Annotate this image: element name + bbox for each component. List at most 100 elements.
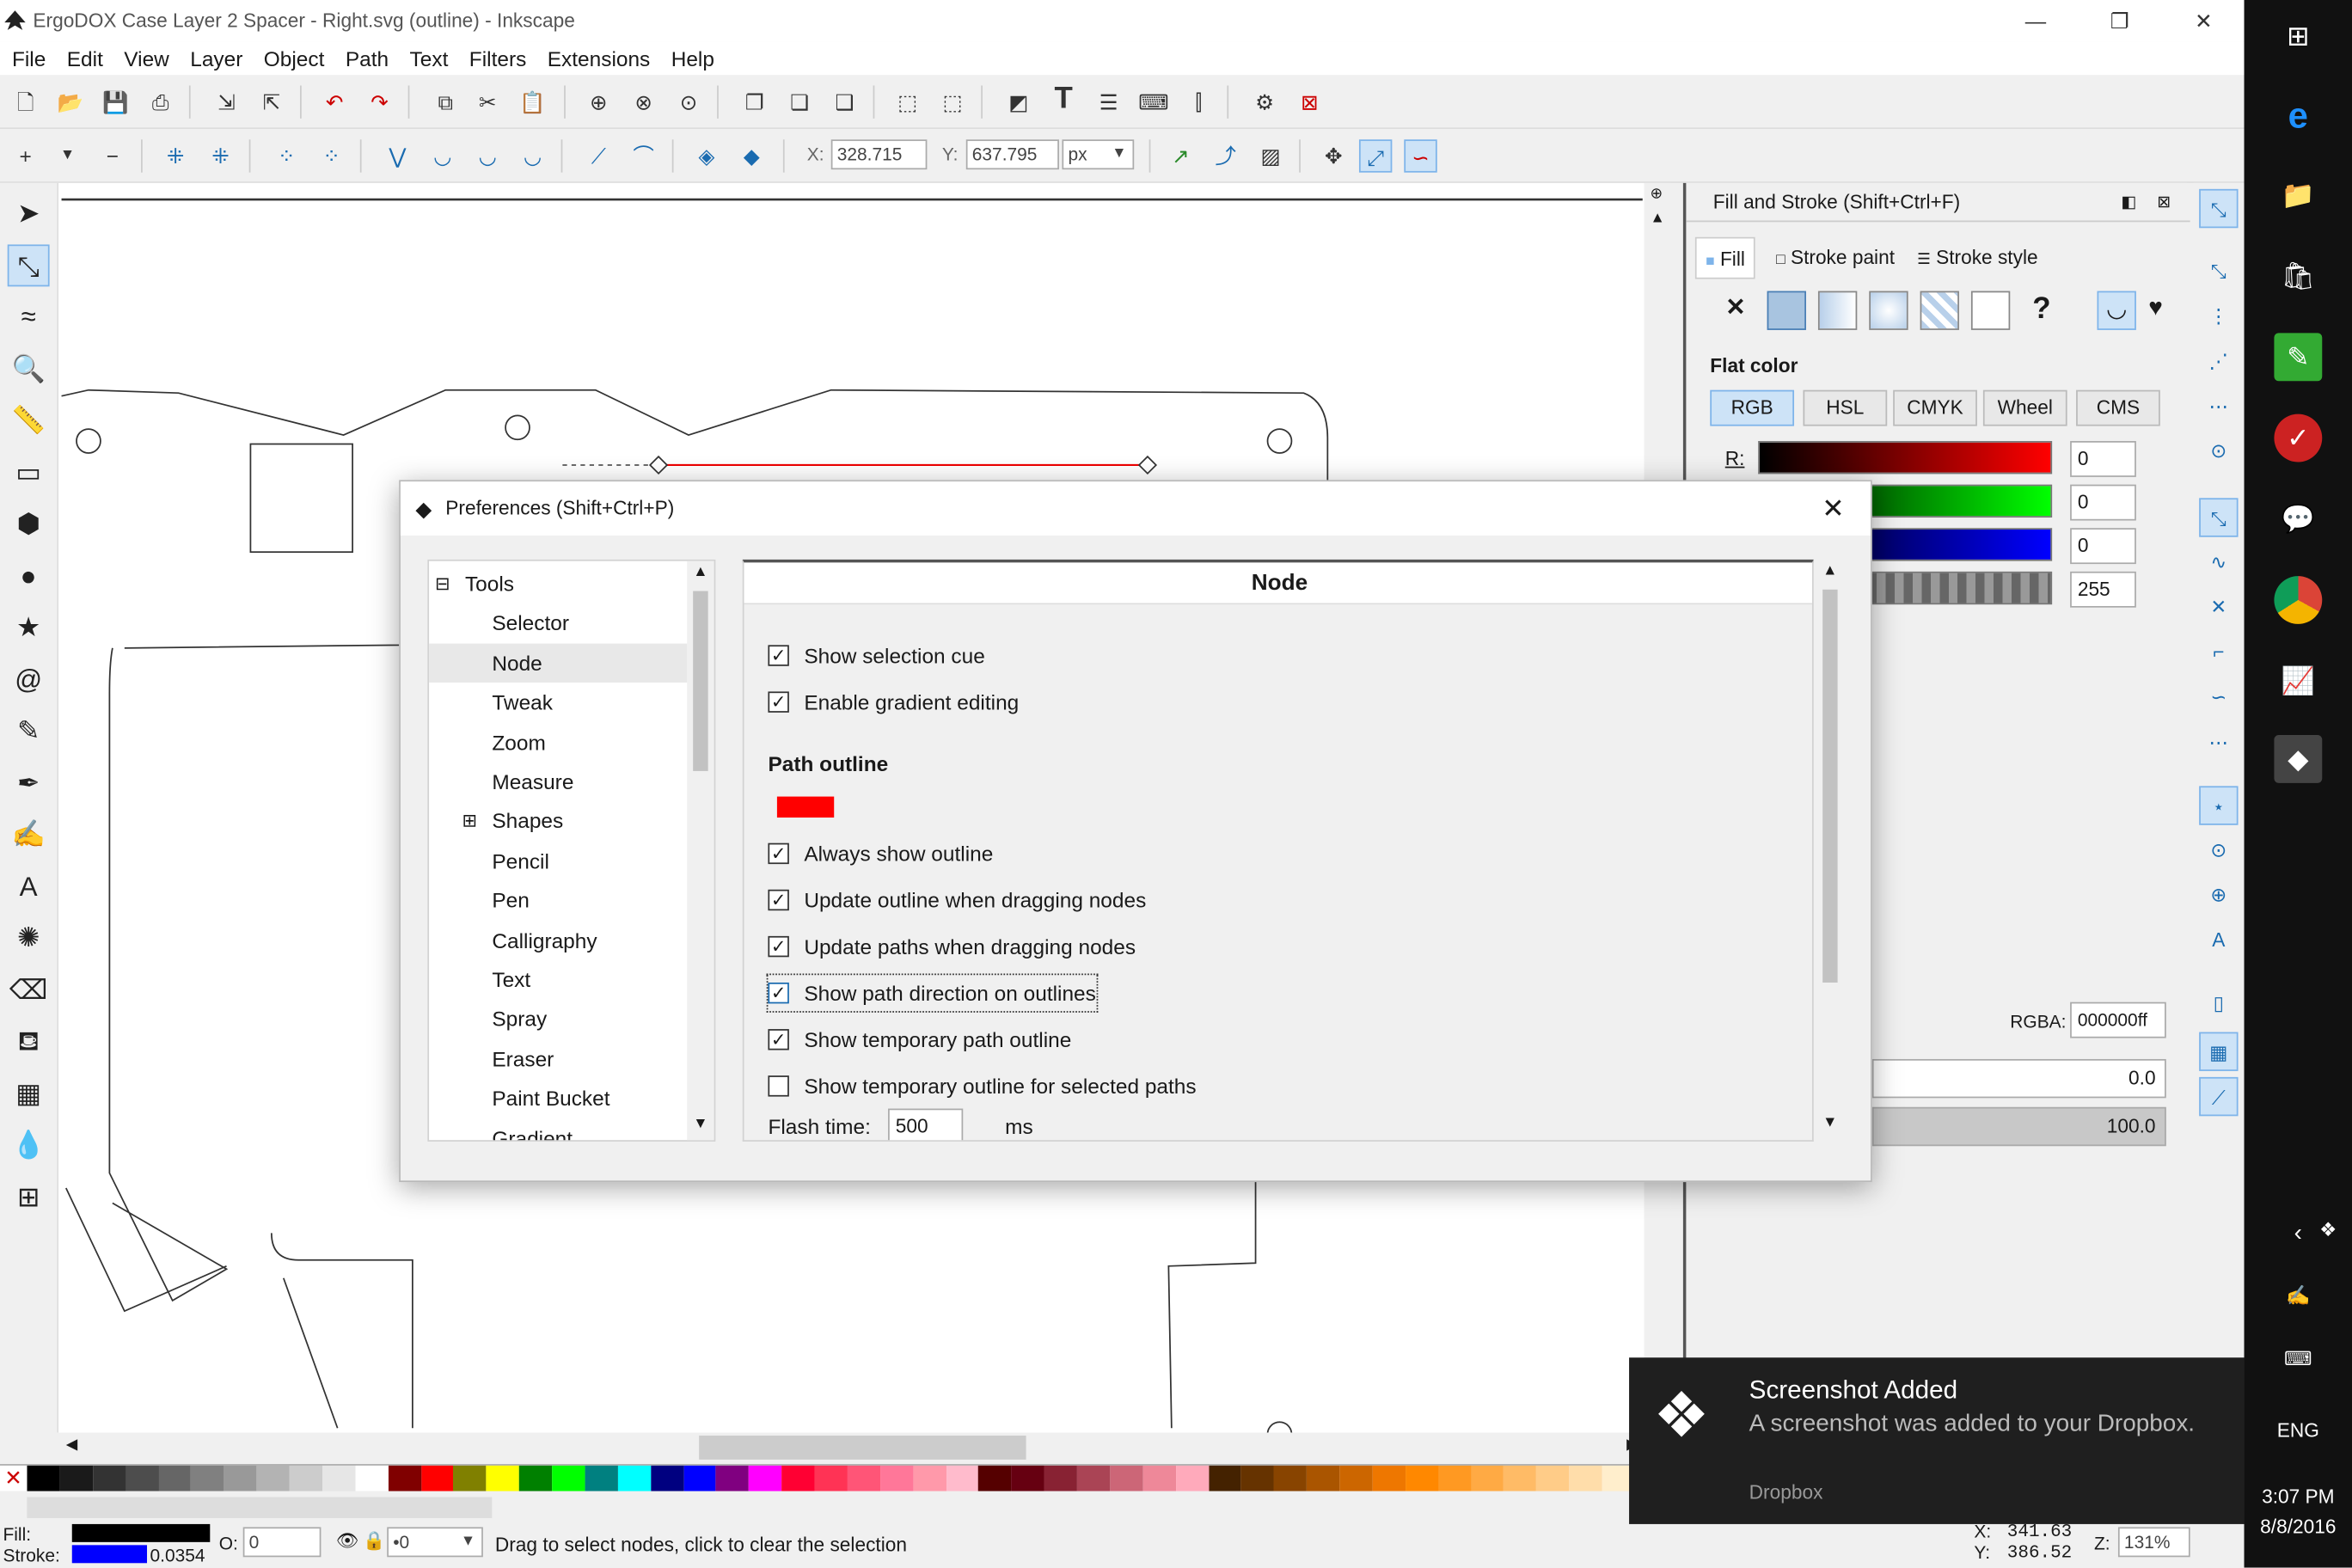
checkbox-always-show-outline[interactable]: Always show outline <box>768 836 993 872</box>
palette-swatch[interactable] <box>683 1465 717 1493</box>
snap-toggle-icon[interactable]: ⤡ <box>2199 188 2239 229</box>
alpha-value[interactable]: 255 <box>2070 571 2136 608</box>
chevron-down-icon[interactable]: ▼ <box>693 1116 707 1132</box>
palette-swatch[interactable] <box>453 1465 487 1493</box>
file-explorer-icon[interactable]: 📁 <box>2274 171 2322 219</box>
opacity-slider[interactable]: 100.0 <box>1871 1106 2166 1147</box>
palette-swatch[interactable] <box>1405 1465 1438 1493</box>
segment-curve-icon[interactable]: ⌒ <box>627 139 659 172</box>
palette-swatch[interactable] <box>1339 1465 1373 1493</box>
edit-clip-icon[interactable]: ⤴ <box>1209 139 1241 172</box>
palette-swatch[interactable] <box>978 1465 1012 1493</box>
clone-icon[interactable]: ❏ <box>783 85 816 118</box>
zoom-page-icon[interactable]: ⊙ <box>672 85 705 118</box>
delete-segment-icon[interactable]: ⁘ <box>315 139 347 172</box>
mode-wheel-button[interactable]: Wheel <box>1982 389 2067 426</box>
chevron-down-icon[interactable]: ▼ <box>51 139 83 172</box>
chevron-up-icon[interactable]: ▲ <box>693 564 707 580</box>
palette-swatch[interactable] <box>814 1465 848 1493</box>
scroll-thumb[interactable] <box>699 1435 1026 1460</box>
pattern-icon[interactable] <box>1920 291 1959 330</box>
path-outline-color-button[interactable] <box>776 796 835 818</box>
checkbox-box[interactable] <box>768 1075 789 1097</box>
edge-browser-icon[interactable]: e <box>2274 93 2322 141</box>
join-nodes-icon[interactable]: ⁜ <box>159 139 192 172</box>
snap-midpoint-icon[interactable]: ⋯ <box>2199 723 2238 762</box>
palette-swatch[interactable] <box>59 1465 93 1493</box>
show-handles-icon[interactable]: ⤢ <box>1358 139 1393 173</box>
connector-tool-icon[interactable]: ⊞ <box>8 1175 50 1217</box>
copy-icon[interactable]: ⧉ <box>429 85 462 118</box>
ungroup-icon[interactable]: ⬚ <box>936 85 969 118</box>
tree-item-tools[interactable]: ⊟ Tools <box>429 564 687 603</box>
blue-value[interactable]: 0 <box>2070 528 2136 565</box>
open-icon[interactable]: 📂 <box>54 85 87 118</box>
tree-item-text[interactable]: Text <box>429 960 687 999</box>
mode-cms-button[interactable]: CMS <box>2076 389 2160 426</box>
mode-hsl-button[interactable]: HSL <box>1803 389 1888 426</box>
tree-item-measure[interactable]: Measure <box>429 762 687 800</box>
duplicate-icon[interactable]: ❐ <box>738 85 771 118</box>
dock-collapse-icon[interactable]: ◧ <box>2121 183 2136 222</box>
swatch-icon[interactable] <box>1970 291 2011 330</box>
layers-dialog-icon[interactable]: ☰ <box>1092 85 1124 118</box>
checkbox-update-outline-when-dragging-nodes[interactable]: Update outline when dragging nodes <box>768 882 1146 918</box>
eraser-tool-icon[interactable]: ⌫ <box>8 968 50 1010</box>
evernote-icon[interactable]: ✓ <box>2274 413 2323 462</box>
save-icon[interactable]: 💾 <box>99 85 132 118</box>
checkbox-box[interactable] <box>768 982 789 1004</box>
tree-item-pen[interactable]: Pen <box>429 881 687 920</box>
paint-bucket-tool-icon[interactable]: ⛾ <box>8 1020 50 1063</box>
snap-bbox-icon[interactable]: ⤡ <box>2199 252 2238 291</box>
checkbox-enable-gradient-editing[interactable]: Enable gradient editing <box>768 684 1019 720</box>
menu-view[interactable]: View <box>124 42 181 75</box>
join-segment-icon[interactable]: ⁘ <box>270 139 303 172</box>
chevron-left-icon[interactable]: ◀ <box>66 1437 77 1454</box>
import-icon[interactable]: ⇲ <box>210 85 242 118</box>
auto-smooth-node-icon[interactable]: ◡ <box>516 139 548 172</box>
checkbox-update-paths-when-dragging-nodes[interactable]: Update paths when dragging nodes <box>768 928 1136 965</box>
checkbox-show-selection-cue[interactable]: Show selection cue <box>768 638 985 674</box>
color-palette[interactable]: ✕ <box>0 1464 1636 1493</box>
green-value[interactable]: 0 <box>2070 484 2136 521</box>
checkbox-box[interactable] <box>768 889 789 911</box>
palette-swatch[interactable] <box>27 1465 60 1493</box>
expand-icon[interactable]: ⊞ <box>462 802 477 841</box>
break-path-icon[interactable]: ⁜ <box>204 139 236 172</box>
pen-tool-icon[interactable]: ✒ <box>8 762 50 804</box>
dropbox-tray-icon[interactable]: ❖ <box>2313 1218 2343 1242</box>
maximize-button[interactable]: ❐ <box>2086 3 2154 39</box>
panel-scrollbar[interactable]: ▲ ▼ <box>1816 560 1843 1142</box>
tree-item-pencil[interactable]: Pencil <box>429 842 687 880</box>
radial-gradient-icon[interactable] <box>1869 291 1908 330</box>
palette-swatch[interactable] <box>749 1465 782 1493</box>
flash-time-input[interactable]: 500 <box>888 1108 964 1141</box>
align-distribute-icon[interactable]: ⫿ <box>1182 85 1215 118</box>
blur-input[interactable]: 0.0 <box>1871 1058 2166 1099</box>
eye-icon[interactable]: 👁 <box>336 1530 359 1551</box>
palette-swatch[interactable] <box>650 1465 683 1493</box>
palette-swatch[interactable] <box>125 1465 159 1493</box>
zoom-input[interactable]: 131% <box>2117 1527 2190 1558</box>
chevron-down-icon[interactable]: ▼ <box>1822 1115 1837 1131</box>
stroke-to-path-icon[interactable]: ◆ <box>735 139 768 172</box>
layer-select[interactable]: •0 ▼ <box>387 1527 483 1558</box>
keyboard-icon[interactable]: ⌨ <box>2245 1347 2352 1371</box>
inkscape-taskbar-icon[interactable]: ◆ <box>2274 735 2323 783</box>
tree-item-shapes[interactable]: ⊞ Shapes <box>429 802 687 841</box>
print-icon[interactable]: ⎙ <box>144 85 177 118</box>
zoom-drawing-icon[interactable]: ⊗ <box>627 85 659 118</box>
snap-center-icon[interactable]: ⊙ <box>2199 831 2238 870</box>
linear-gradient-icon[interactable] <box>1817 291 1858 330</box>
dock-close-icon[interactable]: ⊠ <box>2157 183 2171 222</box>
group-icon[interactable]: ⬚ <box>891 85 924 118</box>
palette-swatch[interactable] <box>518 1465 553 1493</box>
new-document-icon[interactable]: 🗋 <box>9 85 41 118</box>
tree-item-paint-bucket[interactable]: Paint Bucket <box>429 1079 687 1118</box>
selector-tool-icon[interactable]: ➤ <box>8 192 50 234</box>
snap-grid-icon[interactable]: ▦ <box>2199 1032 2239 1071</box>
tab-stroke-paint[interactable]: □ Stroke paint <box>1767 237 1904 279</box>
text-font-dialog-icon[interactable]: T <box>1047 83 1080 115</box>
opacity-input[interactable]: 0 <box>242 1527 322 1558</box>
checkbox-show-temporary-path-outline[interactable]: Show temporary path outline <box>768 1021 1071 1057</box>
